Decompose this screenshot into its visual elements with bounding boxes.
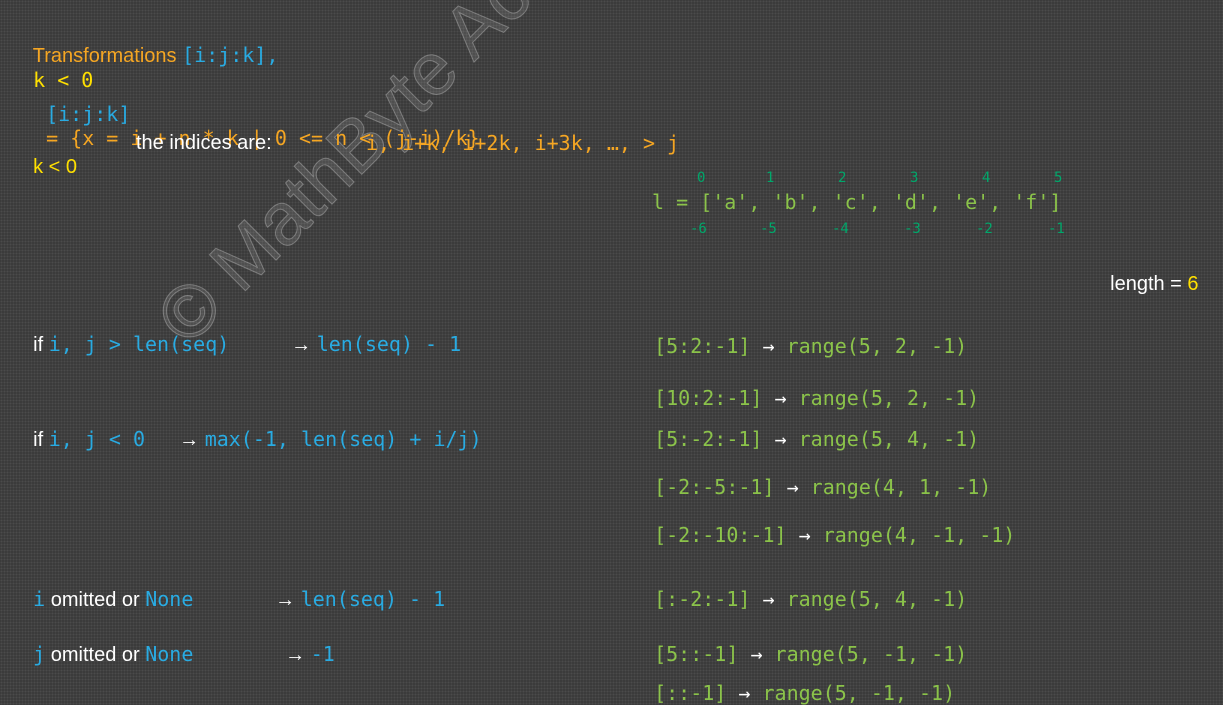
example-row: [-2:-5:-1] → range(4, 1, -1) (654, 475, 992, 499)
indices-k-label: k < 0 (33, 156, 78, 178)
rule-lt-zero: if i, j < 0 (33, 427, 146, 451)
arrow-icon: → (786, 475, 799, 499)
negative-index-label: -2 (976, 221, 993, 237)
indices-sequence: i, i+k, i+2k, i+3k, …, > j (366, 131, 680, 155)
rule-j-omitted-result: → -1 (285, 642, 335, 666)
negative-index-label: -6 (690, 221, 707, 237)
rule-lt-zero-result: → max(-1, len(seq) + i/j) (179, 427, 482, 451)
list-expression: l = ['a', 'b', 'c', 'd', 'e', 'f'] (652, 190, 1062, 214)
rule-gt-len: if i, j > len(seq) (33, 332, 230, 356)
example-row: [-2:-10:-1] → range(4, -1, -1) (654, 523, 1016, 547)
example-row: [5:2:-1] → range(5, 2, -1) (654, 334, 968, 358)
rule-gt-len-result: → len(seq) - 1 (291, 332, 462, 356)
arrow-icon: → (285, 644, 306, 666)
positive-index-label: 2 (838, 170, 847, 186)
arrow-icon: → (179, 429, 200, 451)
arrow-icon: → (275, 589, 296, 611)
indices-text: the indices are: (136, 132, 272, 154)
arrow-icon: → (762, 334, 775, 358)
length-value: 6 (1187, 273, 1199, 295)
positive-index-label: 0 (697, 170, 706, 186)
negative-index-label: -1 (1048, 221, 1065, 237)
title-code: [i:j:k], (182, 43, 279, 67)
title-text: Transformations (32, 45, 183, 67)
rule-i-omitted-result: → len(seq) - 1 (275, 587, 446, 611)
positive-index-label: 1 (766, 170, 775, 186)
arrow-icon: → (774, 427, 787, 451)
rule-i-omitted: i omitted or None (33, 587, 194, 611)
negative-index-label: -5 (760, 221, 777, 237)
rule-j-omitted: j omitted or None (33, 642, 194, 666)
arrow-icon: → (798, 523, 811, 547)
example-row: [:-2:-1] → range(5, 4, -1) (654, 587, 968, 611)
negative-index-label: -4 (832, 221, 849, 237)
arrow-icon: → (291, 334, 312, 356)
positive-index-label: 5 (1054, 170, 1063, 186)
length-label: length = 6 (1110, 273, 1199, 295)
arrow-icon: → (762, 587, 775, 611)
example-row: [5:-2:-1] → range(5, 4, -1) (654, 427, 980, 451)
positive-index-label: 3 (910, 170, 919, 186)
definition-lhs: [i:j:k] (46, 102, 131, 126)
positive-index-label: 4 (982, 170, 991, 186)
negative-index-label: -3 (904, 221, 921, 237)
example-row: [::-1] → range(5, -1, -1) (654, 681, 956, 705)
